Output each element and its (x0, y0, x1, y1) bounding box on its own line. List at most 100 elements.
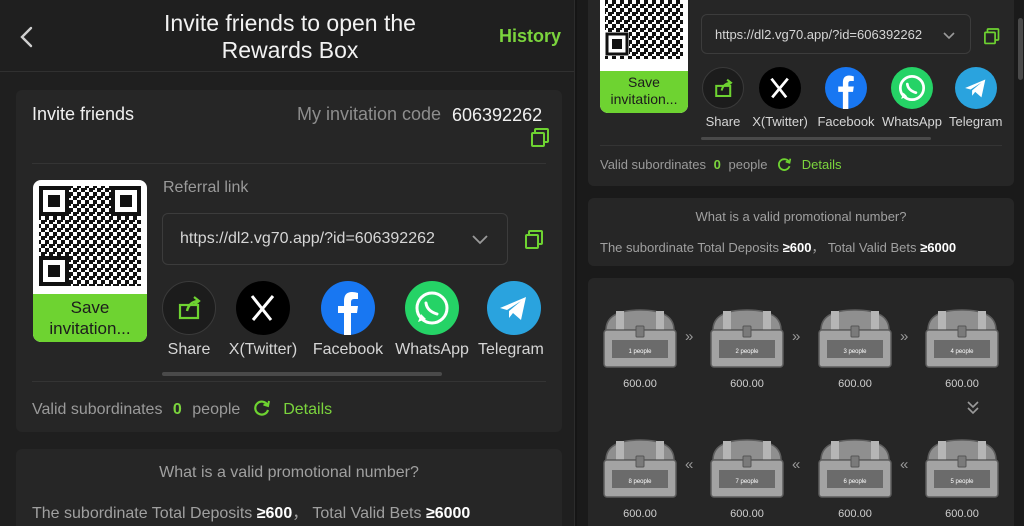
telegram-label: Telegram (478, 341, 544, 358)
chest-people-label: 4 people (950, 349, 974, 355)
chest-reward-value: 600.00 (945, 508, 979, 520)
qr-code-card[interactable]: Save invitation... (600, 0, 688, 113)
chest-reward-value: 600.00 (838, 508, 872, 520)
qr-code-card[interactable]: Save invitation... (33, 180, 147, 342)
divider (32, 381, 546, 382)
treasure-chest-icon: 8 people (603, 439, 677, 498)
whatsapp-logo-icon (898, 74, 926, 102)
save-invitation-button[interactable]: Save invitation... (33, 294, 147, 342)
chest-people-label: 1 people (628, 349, 652, 355)
refresh-icon[interactable] (777, 157, 792, 175)
arrow-right-icon: » (685, 328, 694, 345)
bets-label: Total Valid Bets (827, 240, 917, 255)
valid-subordinates-unit: people (192, 401, 241, 418)
refresh-icon[interactable] (253, 399, 271, 422)
treasure-chest-icon: 4 people (925, 309, 999, 368)
save-label-line-2: invitation... (49, 319, 131, 338)
right-scrollbar-thumb[interactable] (1018, 18, 1023, 80)
treasure-chest-icon: 1 people (603, 309, 677, 368)
valid-subordinates-row: Valid subordinates 0 people Details (600, 157, 842, 175)
arrow-left-icon: « (900, 456, 909, 473)
divider (32, 163, 546, 164)
whatsapp-label: WhatsApp (882, 114, 942, 129)
share-scrollbar[interactable] (701, 137, 931, 140)
promo-question: What is a valid promotional number? (695, 209, 907, 224)
title-line-2: Rewards Box (221, 37, 359, 63)
referral-link-url: https://dl2.vg70.app/?id=606392262 (715, 27, 923, 42)
chest-reward-value: 600.00 (945, 378, 979, 390)
facebook-icon[interactable] (825, 67, 867, 109)
chevron-down-icon[interactable] (942, 31, 956, 41)
reward-chest[interactable]: 8 people (600, 436, 680, 505)
treasure-chest-icon: 2 people (710, 309, 784, 368)
chest-people-label: 5 people (950, 479, 974, 485)
referral-link-field[interactable]: https://dl2.vg70.app/?id=606392262 (162, 213, 508, 265)
share-icon[interactable] (162, 281, 216, 335)
bets-value: ≥6000 (920, 240, 957, 255)
qr-code-image (39, 186, 141, 286)
chest-people-label: 3 people (843, 349, 867, 355)
telegram-label: Telegram (949, 114, 1003, 129)
bets-label: Total Valid Bets (312, 505, 422, 522)
chest-reward-value: 600.00 (623, 378, 657, 390)
x-twitter-icon[interactable] (236, 281, 290, 335)
history-link[interactable]: History (499, 26, 561, 47)
invite-card: Invite friends My invitation code 606392… (16, 90, 562, 432)
treasure-chest-icon: 3 people (818, 309, 892, 368)
back-arrow-icon[interactable] (16, 24, 38, 50)
copy-link-icon[interactable] (984, 28, 1000, 45)
chest-reward-value: 600.00 (730, 378, 764, 390)
whatsapp-icon[interactable] (891, 67, 933, 109)
copy-link-icon[interactable] (525, 230, 543, 249)
copy-code-icon[interactable] (531, 128, 549, 147)
save-invitation-button[interactable]: Save invitation... (600, 71, 688, 113)
valid-subordinates-label: Valid subordinates (600, 157, 706, 172)
valid-subordinates-unit: people (728, 157, 768, 172)
x-twitter-icon[interactable] (759, 67, 801, 109)
chevron-down-icon[interactable] (471, 234, 489, 246)
share-icon[interactable] (702, 67, 744, 109)
save-label-line-1: Save (628, 74, 660, 90)
reward-chest[interactable]: 6 people (815, 436, 895, 505)
referral-link-field[interactable]: https://dl2.vg70.app/?id=606392262 (701, 14, 971, 54)
details-link[interactable]: Details (283, 401, 332, 418)
invite-card-compact: Save invitation... https://dl2.vg70.app/… (588, 0, 1014, 186)
reward-chest[interactable]: 2 people (707, 306, 787, 375)
promo-requirements: The subordinate Total Deposits ≥600， Tot… (600, 237, 956, 256)
share-label: Share (705, 114, 741, 129)
arrow-right-icon: » (900, 328, 909, 345)
reward-chest[interactable]: 1 people (600, 306, 680, 375)
details-link[interactable]: Details (802, 157, 842, 172)
telegram-logo-icon (965, 79, 986, 98)
reward-chest[interactable]: 7 people (707, 436, 787, 505)
valid-subordinates-row: Valid subordinates 0 people Details (32, 399, 332, 422)
share-scrollbar[interactable] (162, 372, 442, 376)
save-label-line-1: Save (70, 298, 110, 317)
reward-chest[interactable]: 3 people (815, 306, 895, 375)
telegram-icon[interactable] (487, 281, 541, 335)
facebook-label: Facebook (817, 114, 875, 129)
promo-info-card: What is a valid promotional number? The … (588, 198, 1014, 266)
valid-subordinates-label: Valid subordinates (32, 401, 163, 418)
x-twitter-label: X(Twitter) (228, 341, 298, 358)
deposits-label: The subordinate Total Deposits (32, 505, 253, 522)
whatsapp-icon[interactable] (405, 281, 459, 335)
x-logo-icon (250, 295, 275, 321)
reward-chest[interactable]: 4 people (922, 306, 1002, 375)
separator: ， (292, 505, 309, 522)
share-glyph-icon (715, 78, 733, 98)
share-glyph-icon (178, 296, 201, 320)
whatsapp-label: WhatsApp (395, 341, 469, 358)
facebook-icon[interactable] (321, 281, 375, 335)
page-title: Invite friends to open the Rewards Box (120, 10, 460, 64)
reward-chest[interactable]: 5 people (922, 436, 1002, 505)
title-line-1: Invite friends to open the (164, 10, 416, 36)
invite-panel: Invite friends to open the Rewards Box H… (0, 0, 575, 526)
chest-people-label: 6 people (843, 479, 867, 485)
facebook-label: Facebook (312, 341, 384, 358)
x-twitter-label: X(Twitter) (752, 114, 808, 129)
promo-requirements: The subordinate Total Deposits ≥600， Tot… (32, 499, 470, 523)
facebook-logo-icon (338, 292, 358, 335)
telegram-icon[interactable] (955, 67, 997, 109)
referral-link-label: Referral link (163, 179, 249, 196)
